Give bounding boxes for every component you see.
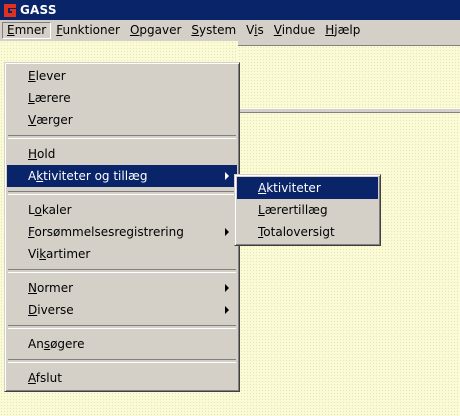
accelerator-key: E xyxy=(7,23,15,37)
menu-item-forsommelsesregistrering[interactable]: Forsømmelsesregistrering xyxy=(7,221,237,243)
menu-item-lokaler[interactable]: Lokaler xyxy=(7,199,237,221)
emner-dropdown-menu: Elever Lærere Værger Hold Aktiviteter og til… xyxy=(4,62,240,392)
submenu-arrow-icon xyxy=(225,284,229,292)
label-text: pgaver xyxy=(139,23,182,37)
accelerator-key: A xyxy=(258,181,267,195)
label-text: mner xyxy=(14,23,47,37)
menu-separator xyxy=(8,359,236,363)
menu-item-normer[interactable]: Normer xyxy=(7,277,237,299)
accelerator-key: H xyxy=(325,23,335,37)
submenu-arrow-icon xyxy=(225,306,229,314)
label-text: old xyxy=(37,147,56,161)
menu-item-vaerger[interactable]: Værger xyxy=(7,109,237,131)
label-text: otaloversigt xyxy=(263,225,335,239)
accelerator-key: S xyxy=(191,23,200,37)
menu-emner[interactable]: Emner xyxy=(2,22,52,39)
menu-item-laerertillaeg[interactable]: Lærertillæg xyxy=(237,199,378,221)
label-text: jælp xyxy=(334,23,361,37)
menu-system[interactable]: System xyxy=(186,22,241,39)
menu-separator xyxy=(8,269,236,273)
label-text: artimer xyxy=(46,247,91,261)
menu-item-vikartimer[interactable]: Vikartimer xyxy=(7,243,237,265)
menu-vindue[interactable]: Vindue xyxy=(269,22,321,39)
label-text: tiviteter og tillæg xyxy=(43,169,148,183)
menu-separator xyxy=(8,135,236,139)
label-text: unktioner xyxy=(62,23,120,37)
menu-bar: Emner Funktioner Opgaver System Vis Vindue Hjæ… xyxy=(0,20,460,41)
menu-item-elever[interactable]: Elever xyxy=(7,65,237,87)
label-text: V xyxy=(246,23,255,37)
label-text: Vi xyxy=(28,247,40,261)
label-text: orsømmelsesregistrering xyxy=(34,225,184,239)
label-text: s xyxy=(257,23,264,37)
menu-item-ansogere[interactable]: Ansøgere xyxy=(7,333,237,355)
label-text: ormer xyxy=(36,281,74,295)
accelerator-key: O xyxy=(129,23,140,37)
accelerator-key: L xyxy=(258,203,265,217)
menu-opgaver[interactable]: Opgaver xyxy=(125,22,186,39)
menu-item-aktiviteter[interactable]: Aktiviteter xyxy=(237,177,378,199)
accelerator-key: E xyxy=(28,69,36,83)
label-text: ærger xyxy=(36,113,73,127)
menu-funktioner[interactable]: Funktioner xyxy=(51,22,125,39)
label-text: ktiviteter xyxy=(266,181,321,195)
submenu-arrow-icon xyxy=(225,172,229,180)
label-text: øgere xyxy=(50,337,85,351)
menu-item-hold[interactable]: Hold xyxy=(7,143,237,165)
menu-item-laerere[interactable]: Lærere xyxy=(7,87,237,109)
accelerator-key: L xyxy=(28,91,35,105)
submenu-arrow-icon xyxy=(225,228,229,236)
aktiviteter-submenu: Aktiviteter Lærertillæg Totaloversigt xyxy=(234,174,381,246)
menu-separator xyxy=(8,325,236,329)
label-text: A xyxy=(28,169,37,183)
menu-separator xyxy=(8,191,236,195)
accelerator-key: V xyxy=(273,23,282,37)
label-text: ærere xyxy=(34,91,71,105)
label-text: An xyxy=(28,337,44,351)
label-text: ystem xyxy=(199,23,237,37)
menu-vis[interactable]: Vis xyxy=(241,22,269,39)
label-text: indue xyxy=(281,23,316,37)
accelerator-key: N xyxy=(28,281,37,295)
label-text: iverse xyxy=(37,303,74,317)
menu-item-totaloversigt[interactable]: Totaloversigt xyxy=(237,221,378,243)
menu-item-diverse[interactable]: Diverse xyxy=(7,299,237,321)
menu-hjaelp[interactable]: Hjælp xyxy=(320,22,365,39)
label-text: kaler xyxy=(41,203,72,217)
menu-item-aktiviteter-og-tillaeg[interactable]: Aktiviteter og tillæg xyxy=(7,165,237,187)
toolbar-area xyxy=(238,41,460,113)
menu-item-afslut[interactable]: Afslut xyxy=(7,367,237,389)
accelerator-key: H xyxy=(28,147,38,161)
app-icon xyxy=(4,3,16,17)
label-text: ærertillæg xyxy=(264,203,328,217)
accelerator-key: V xyxy=(28,113,37,127)
accelerator-key: A xyxy=(28,371,36,385)
window-title: GASS xyxy=(20,3,57,17)
label-text: fslut xyxy=(35,371,62,385)
accelerator-key: D xyxy=(28,303,38,317)
label-text: lever xyxy=(35,69,66,83)
accelerator-key: o xyxy=(34,203,42,217)
title-bar[interactable]: GASS xyxy=(0,0,460,20)
